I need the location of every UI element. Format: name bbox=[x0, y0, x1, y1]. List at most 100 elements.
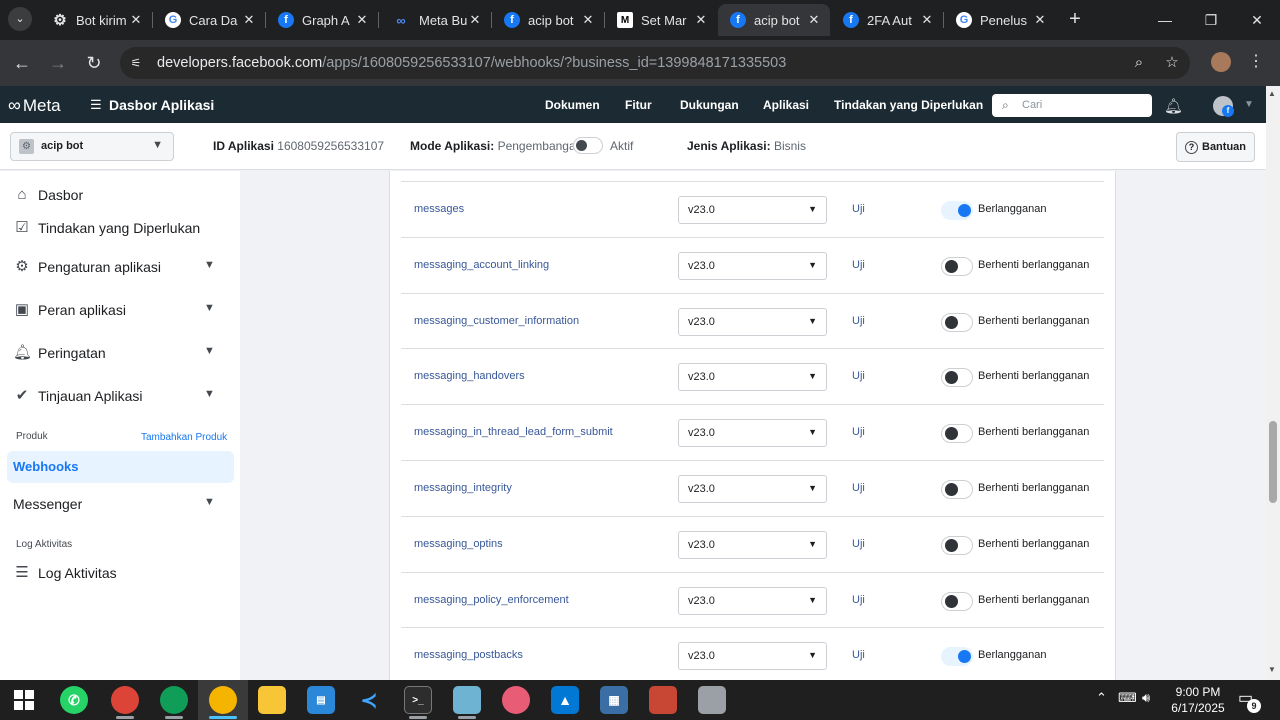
version-select[interactable]: v23.0 ▼ bbox=[678, 642, 827, 670]
bookmark-star-icon[interactable]: ☆ bbox=[1163, 54, 1181, 72]
app-dashboard-link[interactable]: Dasbor Aplikasi bbox=[109, 97, 214, 113]
calculator-icon[interactable]: ▦ bbox=[600, 686, 628, 714]
version-select[interactable]: v23.0 ▼ bbox=[678, 587, 827, 615]
test-link[interactable]: Uji bbox=[852, 649, 865, 661]
webhook-field-name[interactable]: messaging_account_linking bbox=[414, 259, 549, 271]
close-icon[interactable]: ✕ bbox=[467, 12, 483, 28]
scrollbar-thumb[interactable] bbox=[1269, 421, 1277, 503]
close-icon[interactable]: ✕ bbox=[241, 12, 257, 28]
test-link[interactable]: Uji bbox=[852, 203, 865, 215]
webhook-field-name[interactable]: messaging_handovers bbox=[414, 370, 525, 382]
tray-chevron-up-icon[interactable]: ⌃ bbox=[1096, 690, 1107, 706]
browser-tab[interactable]: G Penelus ✕ bbox=[944, 4, 1056, 36]
forward-arrow-icon[interactable]: → bbox=[46, 51, 70, 75]
restore-icon[interactable]: ❐ bbox=[1188, 0, 1234, 40]
scroll-down-arrow-icon[interactable]: ▼ bbox=[1268, 665, 1276, 674]
version-select[interactable]: v23.0 ▼ bbox=[678, 363, 827, 391]
sidebar-item-app-roles[interactable]: ▣ Peran aplikasi ▼ bbox=[0, 295, 240, 325]
test-link[interactable]: Uji bbox=[852, 315, 865, 327]
back-arrow-icon[interactable]: ← bbox=[10, 51, 34, 75]
test-link[interactable]: Uji bbox=[852, 594, 865, 606]
help-button[interactable]: ? Bantuan bbox=[1176, 132, 1255, 162]
network-icon[interactable]: ⌨ bbox=[1118, 690, 1137, 706]
app-icon[interactable] bbox=[649, 686, 677, 714]
windows-start-icon[interactable] bbox=[14, 690, 34, 710]
hamburger-icon[interactable]: ☰ bbox=[90, 97, 102, 113]
webhook-field-name[interactable]: messaging_customer_information bbox=[414, 315, 579, 327]
webhook-field-name[interactable]: messaging_integrity bbox=[414, 482, 512, 494]
browser-menu-icon[interactable]: ⋮ bbox=[1248, 52, 1264, 72]
close-icon[interactable]: ✕ bbox=[354, 12, 370, 28]
close-icon[interactable]: ✕ bbox=[580, 12, 596, 28]
sidebar-item-app-review[interactable]: ✔ Tinjauan Aplikasi ▼ bbox=[0, 381, 240, 411]
browser-tab[interactable]: f acip bot ✕ bbox=[492, 4, 604, 36]
version-select[interactable]: v23.0 ▼ bbox=[678, 308, 827, 336]
webhook-field-name[interactable]: messaging_optins bbox=[414, 538, 503, 550]
subscribe-toggle[interactable] bbox=[941, 313, 973, 332]
test-link[interactable]: Uji bbox=[852, 370, 865, 382]
sidebar-item-webhooks[interactable]: Webhooks bbox=[7, 451, 234, 483]
tab-search-chevron-icon[interactable]: ⌄ bbox=[8, 7, 32, 31]
chrome-icon[interactable] bbox=[111, 686, 139, 714]
nav-required-actions[interactable]: Tindakan yang Diperlukan bbox=[834, 98, 983, 112]
add-product-link[interactable]: Tambahkan Produk bbox=[141, 432, 227, 443]
subscribe-toggle[interactable] bbox=[941, 201, 973, 220]
control-panel-icon[interactable]: ▤ bbox=[307, 686, 335, 714]
photos-icon[interactable]: ▲ bbox=[551, 686, 579, 714]
whatsapp-icon[interactable]: ✆ bbox=[60, 686, 88, 714]
app-mode-toggle[interactable] bbox=[573, 137, 603, 154]
new-tab-plus-icon[interactable]: + bbox=[1064, 8, 1086, 30]
file-explorer-icon[interactable] bbox=[258, 686, 286, 714]
version-select[interactable]: v23.0 ▼ bbox=[678, 252, 827, 280]
minimize-icon[interactable]: — bbox=[1142, 0, 1188, 40]
nav-features[interactable]: Fitur bbox=[625, 98, 652, 112]
zoom-icon[interactable]: ⌕ bbox=[1130, 54, 1148, 72]
sidebar-item-app-settings[interactable]: ⚙ Pengaturan aplikasi ▼ bbox=[0, 252, 240, 282]
subscribe-toggle[interactable] bbox=[941, 647, 973, 666]
sidebar-item-messenger[interactable]: Messenger ▼ bbox=[0, 489, 240, 519]
test-link[interactable]: Uji bbox=[852, 259, 865, 271]
notepad-icon[interactable] bbox=[453, 686, 481, 714]
close-icon[interactable]: ✕ bbox=[919, 12, 935, 28]
version-select[interactable]: v23.0 ▼ bbox=[678, 419, 827, 447]
browser-tab[interactable]: G Cara Da ✕ bbox=[153, 4, 265, 36]
site-settings-icon[interactable]: ⚟ bbox=[127, 54, 145, 72]
vscode-icon[interactable]: ≺ bbox=[355, 686, 383, 714]
page-scrollbar[interactable] bbox=[1266, 86, 1280, 680]
browser-tab[interactable]: f Graph A ✕ bbox=[266, 4, 378, 36]
caret-down-icon[interactable]: ▼ bbox=[1244, 99, 1254, 110]
browser-tab[interactable]: f 2FA Aut ✕ bbox=[831, 4, 943, 36]
version-select[interactable]: v23.0 ▼ bbox=[678, 531, 827, 559]
subscribe-toggle[interactable] bbox=[941, 368, 973, 387]
subscribe-toggle[interactable] bbox=[941, 257, 973, 276]
subscribe-toggle[interactable] bbox=[941, 536, 973, 555]
webhook-field-name[interactable]: messaging_policy_enforcement bbox=[414, 594, 569, 606]
app-selector[interactable]: ⚙ acip bot ▼ bbox=[10, 132, 174, 161]
profile-avatar[interactable] bbox=[1211, 52, 1231, 72]
system-clock[interactable]: 9:00 PM 6/17/2025 bbox=[1170, 684, 1226, 716]
terminal-icon[interactable]: >_ bbox=[404, 686, 432, 714]
device-manager-icon[interactable] bbox=[698, 686, 726, 714]
webhook-field-name[interactable]: messages bbox=[414, 203, 464, 215]
nav-support[interactable]: Dukungan bbox=[680, 98, 739, 112]
sidebar-item-alerts[interactable]: 🔔︎ Peringatan ▼ bbox=[0, 338, 240, 368]
sidebar-item-required-actions[interactable]: ☑ Tindakan yang Diperlukan bbox=[0, 213, 240, 243]
version-select[interactable]: v23.0 ▼ bbox=[678, 475, 827, 503]
sidebar-item-dashboard[interactable]: ⌂ Dasbor bbox=[0, 180, 240, 210]
webhook-field-name[interactable]: messaging_in_thread_lead_form_submit bbox=[414, 426, 613, 438]
chrome-profile-icon[interactable] bbox=[160, 686, 188, 714]
test-link[interactable]: Uji bbox=[852, 538, 865, 550]
meta-logo[interactable]: ∞ Meta bbox=[8, 95, 61, 116]
reload-icon[interactable]: ↻ bbox=[82, 51, 106, 75]
chrome-active-icon[interactable] bbox=[209, 686, 237, 714]
subscribe-toggle[interactable] bbox=[941, 480, 973, 499]
close-icon[interactable]: ✕ bbox=[128, 12, 144, 28]
subscribe-toggle[interactable] bbox=[941, 592, 973, 611]
browser-tab[interactable]: ∞ Meta Bu ✕ bbox=[379, 4, 491, 36]
volume-icon[interactable]: 🔊︎ bbox=[1142, 690, 1150, 706]
scroll-up-arrow-icon[interactable]: ▲ bbox=[1268, 89, 1276, 98]
webhook-field-name[interactable]: messaging_postbacks bbox=[414, 649, 523, 661]
close-icon[interactable]: ✕ bbox=[1032, 12, 1048, 28]
url-text[interactable]: developers.facebook.com/apps/16080592565… bbox=[157, 55, 786, 71]
nav-docs[interactable]: Dokumen bbox=[545, 98, 600, 112]
